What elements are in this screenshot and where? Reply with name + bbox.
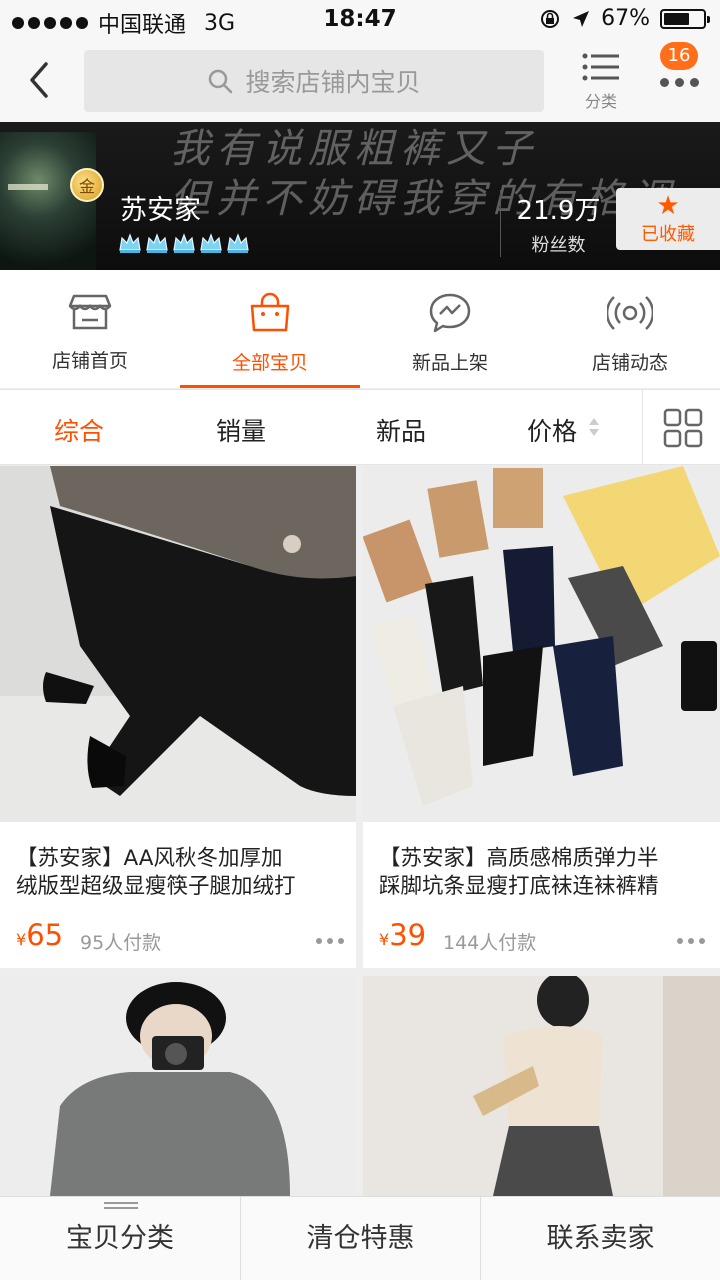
- crown-rating: [118, 232, 250, 254]
- shop-name: 苏安家: [120, 195, 201, 226]
- battery-percent: 67%: [601, 6, 650, 31]
- contact-seller-button[interactable]: 联系卖家: [480, 1197, 720, 1280]
- status-bar: 中国联通 3G 18:47 67%: [0, 0, 720, 40]
- clearance-button[interactable]: 清仓特惠: [240, 1197, 480, 1280]
- search-placeholder: 搜索店铺内宝贝: [245, 68, 421, 97]
- nav-bar: 搜索店铺内宝贝 分类 16: [0, 40, 720, 122]
- product-card[interactable]: [0, 976, 356, 1196]
- product-image[interactable]: [363, 976, 720, 1196]
- broadcast-icon: [607, 296, 653, 330]
- active-tab-underline: [180, 385, 360, 388]
- sold-count: 144人付款: [443, 932, 537, 954]
- currency-symbol: ¥: [379, 930, 390, 949]
- crown-icon: [200, 233, 222, 253]
- category-button[interactable]: 分类: [576, 52, 626, 114]
- price-value: 39: [389, 918, 427, 952]
- product-title-line2: 踩脚坑条显瘦打底袜连袜裤精: [379, 874, 659, 899]
- gold-medal-icon: 金: [70, 168, 104, 202]
- tab-label: 店铺动态: [591, 352, 668, 374]
- sort-price[interactable]: 价格: [527, 412, 577, 448]
- shop-search-input[interactable]: 搜索店铺内宝贝: [84, 50, 544, 112]
- message-badge: 16: [660, 42, 698, 70]
- screen: 中国联通 3G 18:47 67% 搜索店铺内宝贝 分类 16 我有说服粗裤又子…: [0, 0, 720, 1280]
- product-title-line1: 【苏安家】高质感棉质弹力半: [379, 846, 659, 871]
- chat-bubble-icon: [429, 293, 471, 333]
- product-title-line1: 【苏安家】AA风秋冬加厚加: [16, 846, 283, 871]
- sort-comprehensive[interactable]: 综合: [54, 412, 104, 448]
- category-label: 分类: [584, 92, 617, 111]
- fans-label: 粉丝数: [531, 235, 586, 256]
- location-arrow-icon: [573, 10, 590, 27]
- crown-icon: [119, 233, 141, 253]
- product-price: ¥39: [379, 918, 426, 952]
- sort-bar: 综合 销量 新品 价格: [0, 389, 720, 466]
- tab-new-arrivals[interactable]: 新品上架: [360, 270, 540, 388]
- star-icon: ★: [656, 191, 680, 221]
- product-title-line2: 绒版型超级显瘦筷子腿加绒打: [16, 874, 296, 899]
- store-icon: [68, 294, 112, 330]
- product-more-icon[interactable]: [677, 938, 705, 944]
- sort-sales[interactable]: 销量: [216, 412, 266, 448]
- list-icon: [582, 53, 619, 81]
- sort-arrows-icon: [589, 418, 599, 436]
- product-card[interactable]: [363, 976, 720, 1196]
- back-arrow-icon[interactable]: [18, 56, 62, 104]
- layout-toggle-button[interactable]: [642, 390, 720, 466]
- favorite-button[interactable]: ★ 已收藏: [616, 188, 720, 250]
- crown-icon: [173, 233, 195, 253]
- battery-icon: [660, 8, 710, 29]
- status-right: 67%: [539, 6, 710, 31]
- shop-tabs: 店铺首页 全部宝贝 新品上架 店铺动态: [0, 270, 720, 388]
- product-image[interactable]: [0, 466, 356, 822]
- product-card[interactable]: 【苏安家】高质感棉质弹力半 踩脚坑条显瘦打底袜连袜裤精 ¥39 144人付款: [363, 466, 720, 968]
- shopping-bag-icon: [250, 292, 290, 332]
- product-more-icon[interactable]: [316, 938, 344, 944]
- tab-all-items[interactable]: 全部宝贝: [180, 270, 360, 388]
- currency-symbol: ¥: [16, 930, 27, 949]
- menu-handle-icon: [104, 1202, 138, 1210]
- fans-count: 21.9万 粉丝数: [500, 190, 616, 257]
- favorite-label: 已收藏: [641, 224, 695, 245]
- crown-icon: [146, 233, 168, 253]
- grid-view-icon: [663, 408, 703, 448]
- sort-newest[interactable]: 新品: [376, 412, 426, 448]
- price-value: 65: [26, 918, 64, 952]
- product-image[interactable]: [363, 466, 720, 822]
- crown-icon: [227, 233, 249, 253]
- product-image[interactable]: [0, 976, 356, 1196]
- tab-store-updates[interactable]: 店铺动态: [540, 270, 720, 388]
- tab-label: 店铺首页: [51, 350, 128, 372]
- more-dots-icon: [660, 78, 699, 87]
- tab-store-home[interactable]: 店铺首页: [0, 270, 180, 388]
- sold-count: 95人付款: [80, 932, 162, 954]
- tab-label: 新品上架: [411, 352, 488, 374]
- more-menu-button[interactable]: 16: [654, 42, 704, 114]
- product-price: ¥65: [16, 918, 63, 952]
- search-icon: [209, 69, 233, 94]
- product-card[interactable]: 【苏安家】AA风秋冬加厚加 绒版型超级显瘦筷子腿加绒打 ¥65 95人付款: [0, 466, 356, 968]
- orientation-lock-icon: [541, 9, 560, 28]
- fans-number: 21.9万: [516, 196, 601, 226]
- tab-label: 全部宝贝: [231, 352, 308, 374]
